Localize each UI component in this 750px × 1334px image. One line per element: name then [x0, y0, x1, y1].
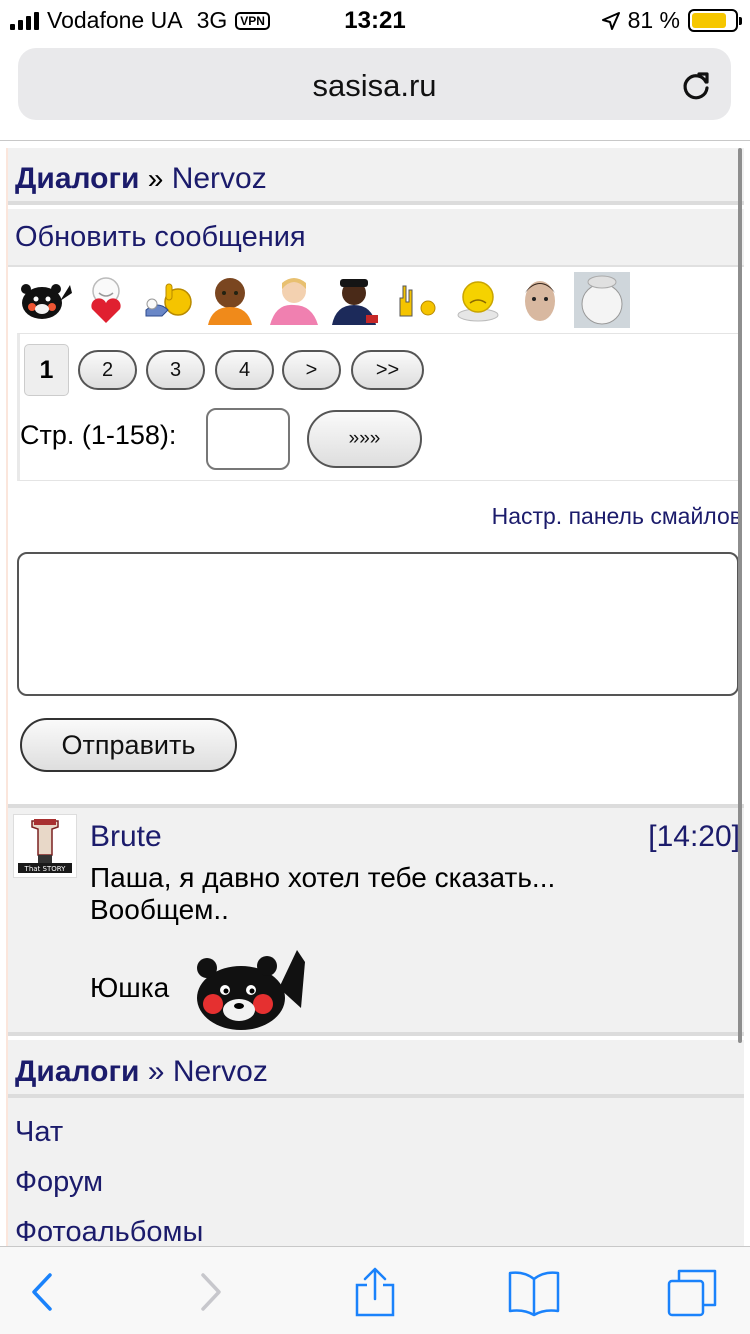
breadcrumb-bottom: Диалоги » Nervoz [8, 1040, 744, 1098]
back-icon[interactable] [14, 1267, 70, 1317]
bookmarks-icon[interactable] [506, 1267, 562, 1317]
send-button[interactable]: Отправить [20, 718, 237, 772]
url-text[interactable]: sasisa.ru [18, 68, 731, 104]
update-messages-row: Обновить сообщения [8, 209, 744, 267]
page-scrollbar[interactable] [738, 148, 742, 1043]
message-text-line: Паша, я давно хотел тебе сказать... [90, 862, 556, 893]
breadcrumb-separator: » [147, 163, 164, 194]
location-arrow-icon [601, 11, 620, 30]
reload-icon[interactable] [679, 68, 713, 102]
message-time: [14:20] [648, 820, 740, 853]
message-signature: Юшка [90, 972, 170, 1003]
avatar[interactable]: That STORY [13, 814, 77, 878]
page-4-button[interactable]: 4 [215, 350, 274, 390]
page-2-button[interactable]: 2 [78, 350, 137, 390]
message-item: That STORY Brute [14:20] Паша, я давно х… [8, 808, 744, 1036]
avatar-caption: That STORY [24, 865, 67, 873]
brown-man-smiley-icon[interactable] [202, 272, 258, 328]
battery-icon [688, 9, 742, 32]
kumamon-sticker-icon [197, 950, 305, 1030]
pagination: 1 2 3 4 > >> Стр. (1-158): »»» [17, 333, 740, 481]
breadcrumb-parent-link[interactable]: Диалоги [15, 162, 139, 195]
breadcrumb-parent-link[interactable]: Диалоги [15, 1055, 139, 1088]
page-current: 1 [24, 344, 69, 396]
next-page-button[interactable]: > [282, 350, 341, 390]
update-messages-link[interactable]: Обновить сообщения [15, 221, 306, 253]
footer-link-photoalbums[interactable]: Фотоальбомы [8, 1212, 744, 1246]
pink-girl-smiley-icon[interactable] [264, 272, 320, 328]
message-author-link[interactable]: Brute [90, 820, 162, 854]
thumbs-up-smiley-icon[interactable] [140, 272, 196, 328]
goto-page-label: Стр. (1-158): [20, 420, 177, 450]
browser-divider [0, 140, 750, 141]
smiley-panel [8, 267, 744, 333]
goto-page-input[interactable] [206, 408, 290, 470]
section-divider [8, 772, 744, 808]
forward-icon[interactable] [183, 1267, 239, 1317]
smiley-settings-link[interactable]: Настр. панель смайлов [8, 503, 744, 530]
browser-toolbar [0, 1246, 750, 1334]
status-bar: Vodafone UA 3G VPN 13:21 81 % [0, 0, 750, 40]
message-text-line: Вообщем.. [90, 894, 229, 925]
footer-link-forum[interactable]: Форум [8, 1162, 744, 1212]
footer-nav: Чат Форум Фотоальбомы [8, 1098, 744, 1246]
durov-face-smiley-icon[interactable] [512, 272, 568, 328]
breadcrumb-current-link[interactable]: Nervoz [172, 162, 267, 195]
police-man-smiley-icon[interactable] [326, 272, 382, 328]
breadcrumb-current-link[interactable]: Nervoz [173, 1055, 268, 1088]
page-3-button[interactable]: 3 [146, 350, 205, 390]
breadcrumb-separator: » [147, 1055, 165, 1088]
goto-page-button[interactable]: »»» [307, 410, 422, 468]
page-content[interactable]: Диалоги » Nervoz Обновить сообщения 1 2 … [6, 148, 744, 1246]
message-text: Паша, я давно хотел тебе сказать... Вооб… [90, 862, 555, 926]
grey-ghost-smiley-icon[interactable] [574, 272, 630, 328]
kumamon-smiley-icon[interactable] [16, 272, 72, 328]
rock-hand-smiley-icon[interactable] [388, 272, 444, 328]
battery-percent: 81 % [627, 7, 680, 33]
yellow-cry-smiley-icon[interactable] [450, 272, 506, 328]
heart-smiley-icon[interactable] [78, 272, 134, 328]
tabs-icon[interactable] [665, 1267, 721, 1317]
battery-level [692, 13, 727, 28]
status-right: 81 % [601, 7, 742, 34]
address-bar[interactable]: sasisa.ru [18, 48, 731, 120]
footer-link-chat[interactable]: Чат [8, 1112, 744, 1162]
message-input[interactable] [17, 552, 739, 696]
breadcrumb: Диалоги » Nervoz [8, 148, 744, 205]
share-icon[interactable] [347, 1267, 403, 1317]
last-page-button[interactable]: >> [351, 350, 424, 390]
